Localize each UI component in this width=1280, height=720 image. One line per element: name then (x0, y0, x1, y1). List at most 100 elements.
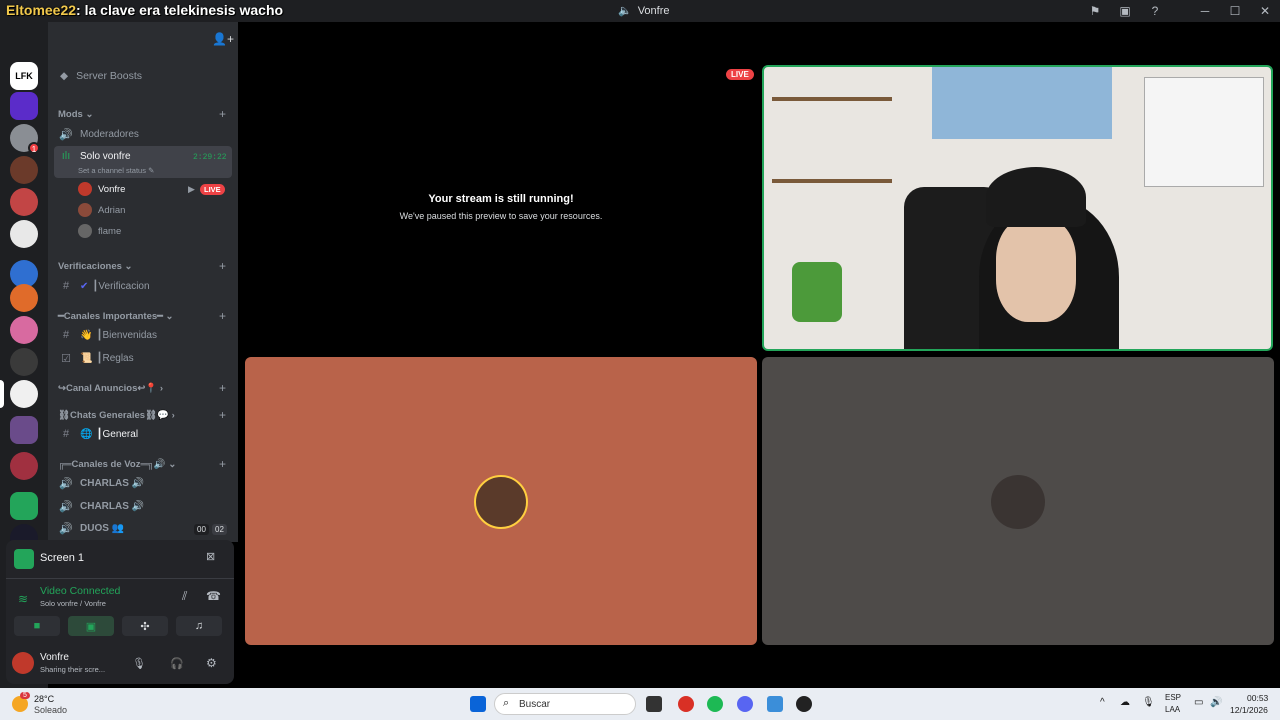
divider (6, 578, 234, 579)
voice-timer: 2:29:22 (193, 153, 227, 162)
activities-icon: ✣ (140, 620, 150, 633)
inbox-flag-icon[interactable]: ⚑ (1080, 4, 1110, 18)
popout-icon[interactable]: ▣ (1110, 4, 1140, 18)
keyboard-layout[interactable]: LAA (1165, 705, 1180, 714)
channel-status[interactable]: Set a channel status ✎ (78, 166, 238, 175)
connection-channel[interactable]: Solo vonfre / Vonfre (40, 599, 106, 608)
minimize-button[interactable]: ─ (1190, 4, 1220, 18)
clock-date[interactable]: 12/1/2026 (1230, 705, 1268, 715)
server-icon-green[interactable] (10, 492, 38, 520)
chrome-icon[interactable] (678, 696, 694, 712)
add-channel-icon[interactable]: + (219, 408, 226, 422)
headphones-icon[interactable]: 🎧 (170, 657, 184, 670)
channel-sidebar: 👤+ ◆ Server Boosts Mods ⌄ + 🔊 Moderadores… (48, 22, 238, 542)
close-button[interactable]: ✕ (1250, 4, 1280, 18)
username[interactable]: Vonfre (40, 652, 69, 663)
temperature: 28°C (34, 694, 55, 704)
boost-icon: ◆ (60, 70, 69, 82)
category-importantes[interactable]: ━Canales Importantes━ ⌄ (58, 311, 238, 322)
server-icon[interactable] (10, 220, 38, 248)
hash-icon: # (62, 329, 70, 341)
server-icon[interactable] (10, 284, 38, 312)
server-icon-avatar[interactable]: 1 (10, 124, 40, 154)
add-channel-icon[interactable]: + (219, 107, 226, 121)
server-header[interactable]: 👤+ (48, 22, 238, 62)
camera-icon: ■ (33, 620, 41, 632)
add-channel-icon[interactable]: + (219, 457, 226, 471)
participant-tile[interactable] (762, 357, 1274, 645)
channel-duos[interactable]: 🔊 DUOS 👥 (58, 522, 238, 535)
category-anuncios[interactable]: ↪Canal Anuncios↩📍 › (58, 383, 238, 394)
category-generales[interactable]: ⛓Chats Generales⛓💬 › (58, 410, 238, 421)
settings-icon[interactable]: ⚙ (206, 656, 217, 670)
speaker-icon: 🔈 (618, 5, 632, 17)
category-verificaciones[interactable]: Verificaciones ⌄ (58, 261, 238, 272)
server-icon[interactable] (10, 156, 38, 184)
camera-button[interactable]: ■ (14, 616, 60, 636)
maximize-button[interactable]: ☐ (1220, 4, 1250, 18)
tray-chevron-icon[interactable]: ^ (1100, 697, 1105, 708)
rules-icon: ☑ (61, 353, 71, 365)
participant-tile[interactable] (245, 357, 757, 645)
stream-subtitle: We've paused this preview to save your r… (399, 211, 603, 221)
channel-reglas[interactable]: ☑ 📜 ┃Reglas (58, 352, 238, 365)
channel-verificacion[interactable]: # ✔ ┃Verificacion (58, 280, 238, 292)
participant-avatar (474, 475, 528, 529)
user-limit: 02 (212, 524, 227, 535)
server-icon-purple[interactable] (10, 92, 38, 120)
avatar (78, 203, 92, 217)
camera-icon: ▶ (188, 184, 195, 194)
server-icon-lfk[interactable]: LFK (10, 62, 38, 90)
soundboard-button[interactable]: ♫ (176, 616, 222, 636)
channel-moderadores[interactable]: 🔊 Moderadores (58, 128, 238, 141)
language[interactable]: ESP (1165, 693, 1181, 702)
category-mods[interactable]: Mods ⌄ (58, 109, 238, 120)
notepad-icon[interactable] (767, 696, 783, 712)
window-controls: ⚑ ▣ ? ─ ☐ ✕ (1080, 0, 1280, 22)
category-voz[interactable]: ╔═Canales de Voz═╗🔊 ⌄ (58, 459, 238, 470)
search-box[interactable]: ⌕ Buscar (494, 693, 636, 715)
channel-general[interactable]: # 🌐 ┃General (58, 428, 238, 440)
add-channel-icon[interactable]: + (219, 309, 226, 323)
server-icon[interactable] (10, 348, 38, 376)
weather-badge: 5 (20, 692, 30, 699)
noise-suppression-icon[interactable]: ⫽ (182, 589, 187, 604)
microphone-icon[interactable]: 🎙 (132, 657, 146, 670)
connection-status[interactable]: Video Connected (40, 585, 120, 597)
server-icon[interactable] (10, 452, 38, 480)
file-explorer-icon[interactable] (646, 696, 662, 712)
channel-charlas[interactable]: 🔊 CHARLAS 🔊 (58, 500, 238, 513)
add-member-icon[interactable]: 👤+ (212, 32, 234, 46)
screen-share-button[interactable]: ▣ (68, 616, 114, 636)
add-channel-icon[interactable]: + (219, 381, 226, 395)
channel-bienvenidas[interactable]: # 👋 ┃Bienvenidas (58, 329, 238, 341)
help-icon[interactable]: ? (1140, 4, 1170, 18)
clock-time[interactable]: 00:53 (1247, 693, 1268, 703)
spotify-icon[interactable] (707, 696, 723, 712)
avatar[interactable] (12, 652, 34, 674)
disconnect-icon[interactable]: ☎ (206, 589, 221, 603)
server-icon[interactable] (10, 316, 38, 344)
microphone-icon[interactable]: 🎙 (1142, 697, 1155, 708)
activities-button[interactable]: ✣ (122, 616, 168, 636)
paused-stream-tile[interactable]: Your stream is still running! We've paus… (246, 65, 756, 351)
voice-user[interactable]: Adrian (78, 203, 238, 217)
beanie (986, 167, 1086, 227)
server-icon-active[interactable] (10, 380, 38, 408)
server-folder[interactable] (10, 416, 38, 444)
start-icon[interactable] (470, 696, 486, 712)
onedrive-icon[interactable]: ☁ (1120, 697, 1130, 708)
add-channel-icon[interactable]: + (219, 259, 226, 273)
volume-icon[interactable]: 🔊 (1210, 697, 1222, 708)
channel-charlas[interactable]: 🔊 CHARLAS 🔊 (58, 477, 238, 490)
webcam-tile[interactable] (762, 65, 1273, 351)
discord-icon[interactable] (737, 696, 753, 712)
stop-stream-icon[interactable]: ⊠ (206, 550, 215, 563)
server-boosts[interactable]: ◆ Server Boosts (60, 70, 238, 82)
voice-user[interactable]: flame (78, 224, 238, 238)
chat-overlay: Eltomee22: la clave era telekinesis wach… (6, 2, 284, 18)
server-icon[interactable] (10, 188, 38, 216)
network-icon[interactable]: ▭ (1194, 697, 1203, 708)
obs-icon[interactable] (796, 696, 812, 712)
soundboard-icon: ♫ (194, 620, 204, 632)
